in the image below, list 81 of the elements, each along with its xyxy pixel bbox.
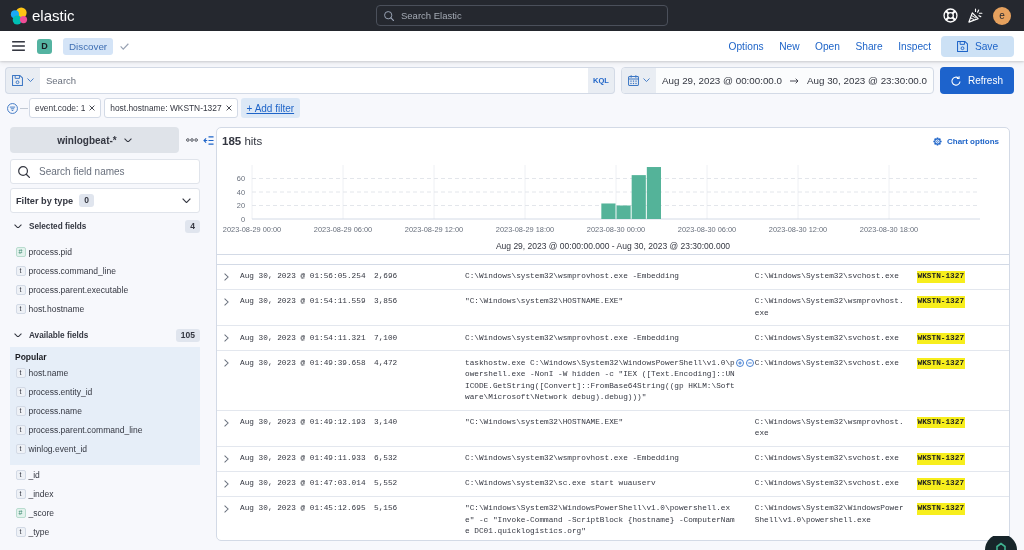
section-title[interactable]: Selected fields (29, 221, 87, 231)
save-button[interactable]: Save (941, 35, 1014, 57)
filter-pill[interactable]: event.code: 1 (29, 98, 102, 118)
count-badge: 105 (175, 328, 200, 342)
collapse-icon[interactable] (203, 135, 214, 145)
arrow-right-icon (790, 77, 799, 84)
more-icon[interactable] (186, 138, 198, 142)
saved-query-button[interactable] (5, 67, 40, 94)
top-nav-link[interactable]: New (779, 40, 800, 52)
brand-name: elastic (32, 5, 75, 26)
space-avatar[interactable]: D (37, 38, 52, 54)
save-icon (956, 40, 968, 52)
gear-icon (933, 136, 942, 146)
field-name[interactable]: _index (28, 488, 54, 499)
query-input[interactable]: Search (40, 67, 588, 94)
top-nav-link[interactable]: Options (728, 40, 764, 52)
close-icon[interactable] (225, 105, 232, 111)
chevron-right-icon[interactable] (224, 298, 229, 306)
floating-action-button[interactable] (985, 536, 1017, 550)
field-name[interactable]: process.entity_id (28, 386, 93, 397)
group-title: Popular (15, 351, 47, 363)
histogram-bar[interactable] (646, 167, 661, 219)
field-name[interactable]: winlog.event_id (28, 443, 88, 454)
start-date-button[interactable]: Aug 29, 2023 @ 00:00:00.0 (656, 68, 788, 93)
field-search-input[interactable]: Search field names (10, 159, 200, 184)
field-name[interactable]: host.hostname (28, 303, 85, 314)
menu-icon[interactable] (12, 41, 25, 51)
field-name[interactable]: process.parent.command_line (28, 424, 143, 435)
chart-options-link[interactable]: Chart options (933, 136, 999, 146)
filter-by-type-button[interactable]: Filter by type 0 (10, 188, 200, 213)
chevron-right-icon[interactable] (224, 359, 229, 368)
chevron-down-icon (643, 78, 650, 83)
chevron-right-icon[interactable] (224, 480, 229, 488)
close-icon[interactable] (89, 105, 96, 111)
party-popper-icon[interactable] (968, 8, 983, 23)
field-name[interactable]: _id (28, 469, 40, 480)
top-nav-link[interactable]: Share (855, 40, 883, 52)
global-search-input[interactable]: Search Elastic (376, 5, 668, 26)
save-icon (12, 75, 23, 86)
field-name[interactable]: _score (28, 507, 54, 518)
logo-icon[interactable] (10, 6, 28, 25)
help-icon[interactable] (943, 8, 958, 23)
chevron-down-icon[interactable] (14, 332, 22, 338)
hits-count: 185 hits (222, 135, 263, 147)
chevron-right-icon[interactable] (224, 505, 229, 513)
chevron-down-icon (182, 197, 191, 204)
refresh-button[interactable]: Refresh (939, 67, 1014, 94)
field-name[interactable]: process.parent.executable (28, 284, 129, 295)
field-name[interactable]: host.name (28, 367, 69, 378)
x-axis-title: Aug 29, 2023 @ 00:00:00.000 - Aug 30, 2023 @ 23:30:00.000 (495, 241, 731, 251)
chevron-down-icon (123, 137, 132, 143)
chevron-right-icon[interactable] (224, 418, 229, 427)
breadcrumb-item[interactable]: Discover (63, 37, 114, 55)
top-nav-link[interactable]: Open (815, 40, 840, 52)
calendar-icon (628, 75, 639, 86)
search-icon (18, 165, 30, 178)
user-avatar[interactable]: e (993, 6, 1011, 25)
chevron-right-icon[interactable] (224, 273, 229, 281)
chevron-right-icon[interactable] (224, 334, 229, 343)
top-nav-link[interactable]: Inspect (898, 40, 931, 52)
filter-pill[interactable]: host.hostname: WKSTN-1327 (104, 98, 238, 118)
minus-circle-icon[interactable] (745, 359, 754, 368)
search-icon (384, 10, 394, 21)
field-name[interactable]: process.command_line (28, 265, 116, 276)
add-filter-button[interactable]: + Add filter (240, 98, 301, 118)
field-name[interactable]: process.name (28, 405, 82, 416)
field-name[interactable]: process.pid (28, 246, 72, 257)
end-date-button[interactable]: Aug 30, 2023 @ 23:30:00.0 (801, 68, 933, 93)
plus-circle-icon[interactable] (735, 359, 744, 368)
index-pattern-button[interactable]: winlogbeat-* (10, 127, 179, 153)
section-title[interactable]: Available fields (29, 330, 89, 340)
chevron-down-icon[interactable] (14, 223, 22, 229)
refresh-icon (950, 75, 961, 86)
count-badge: 4 (185, 219, 200, 233)
check-icon (120, 42, 130, 50)
chevron-down-icon (27, 78, 34, 83)
field-name[interactable]: _type (28, 526, 50, 537)
chevron-right-icon[interactable] (224, 455, 229, 463)
quick-select-button[interactable] (622, 68, 656, 93)
filter-icon[interactable] (7, 102, 18, 114)
count-badge: 0 (79, 194, 94, 207)
